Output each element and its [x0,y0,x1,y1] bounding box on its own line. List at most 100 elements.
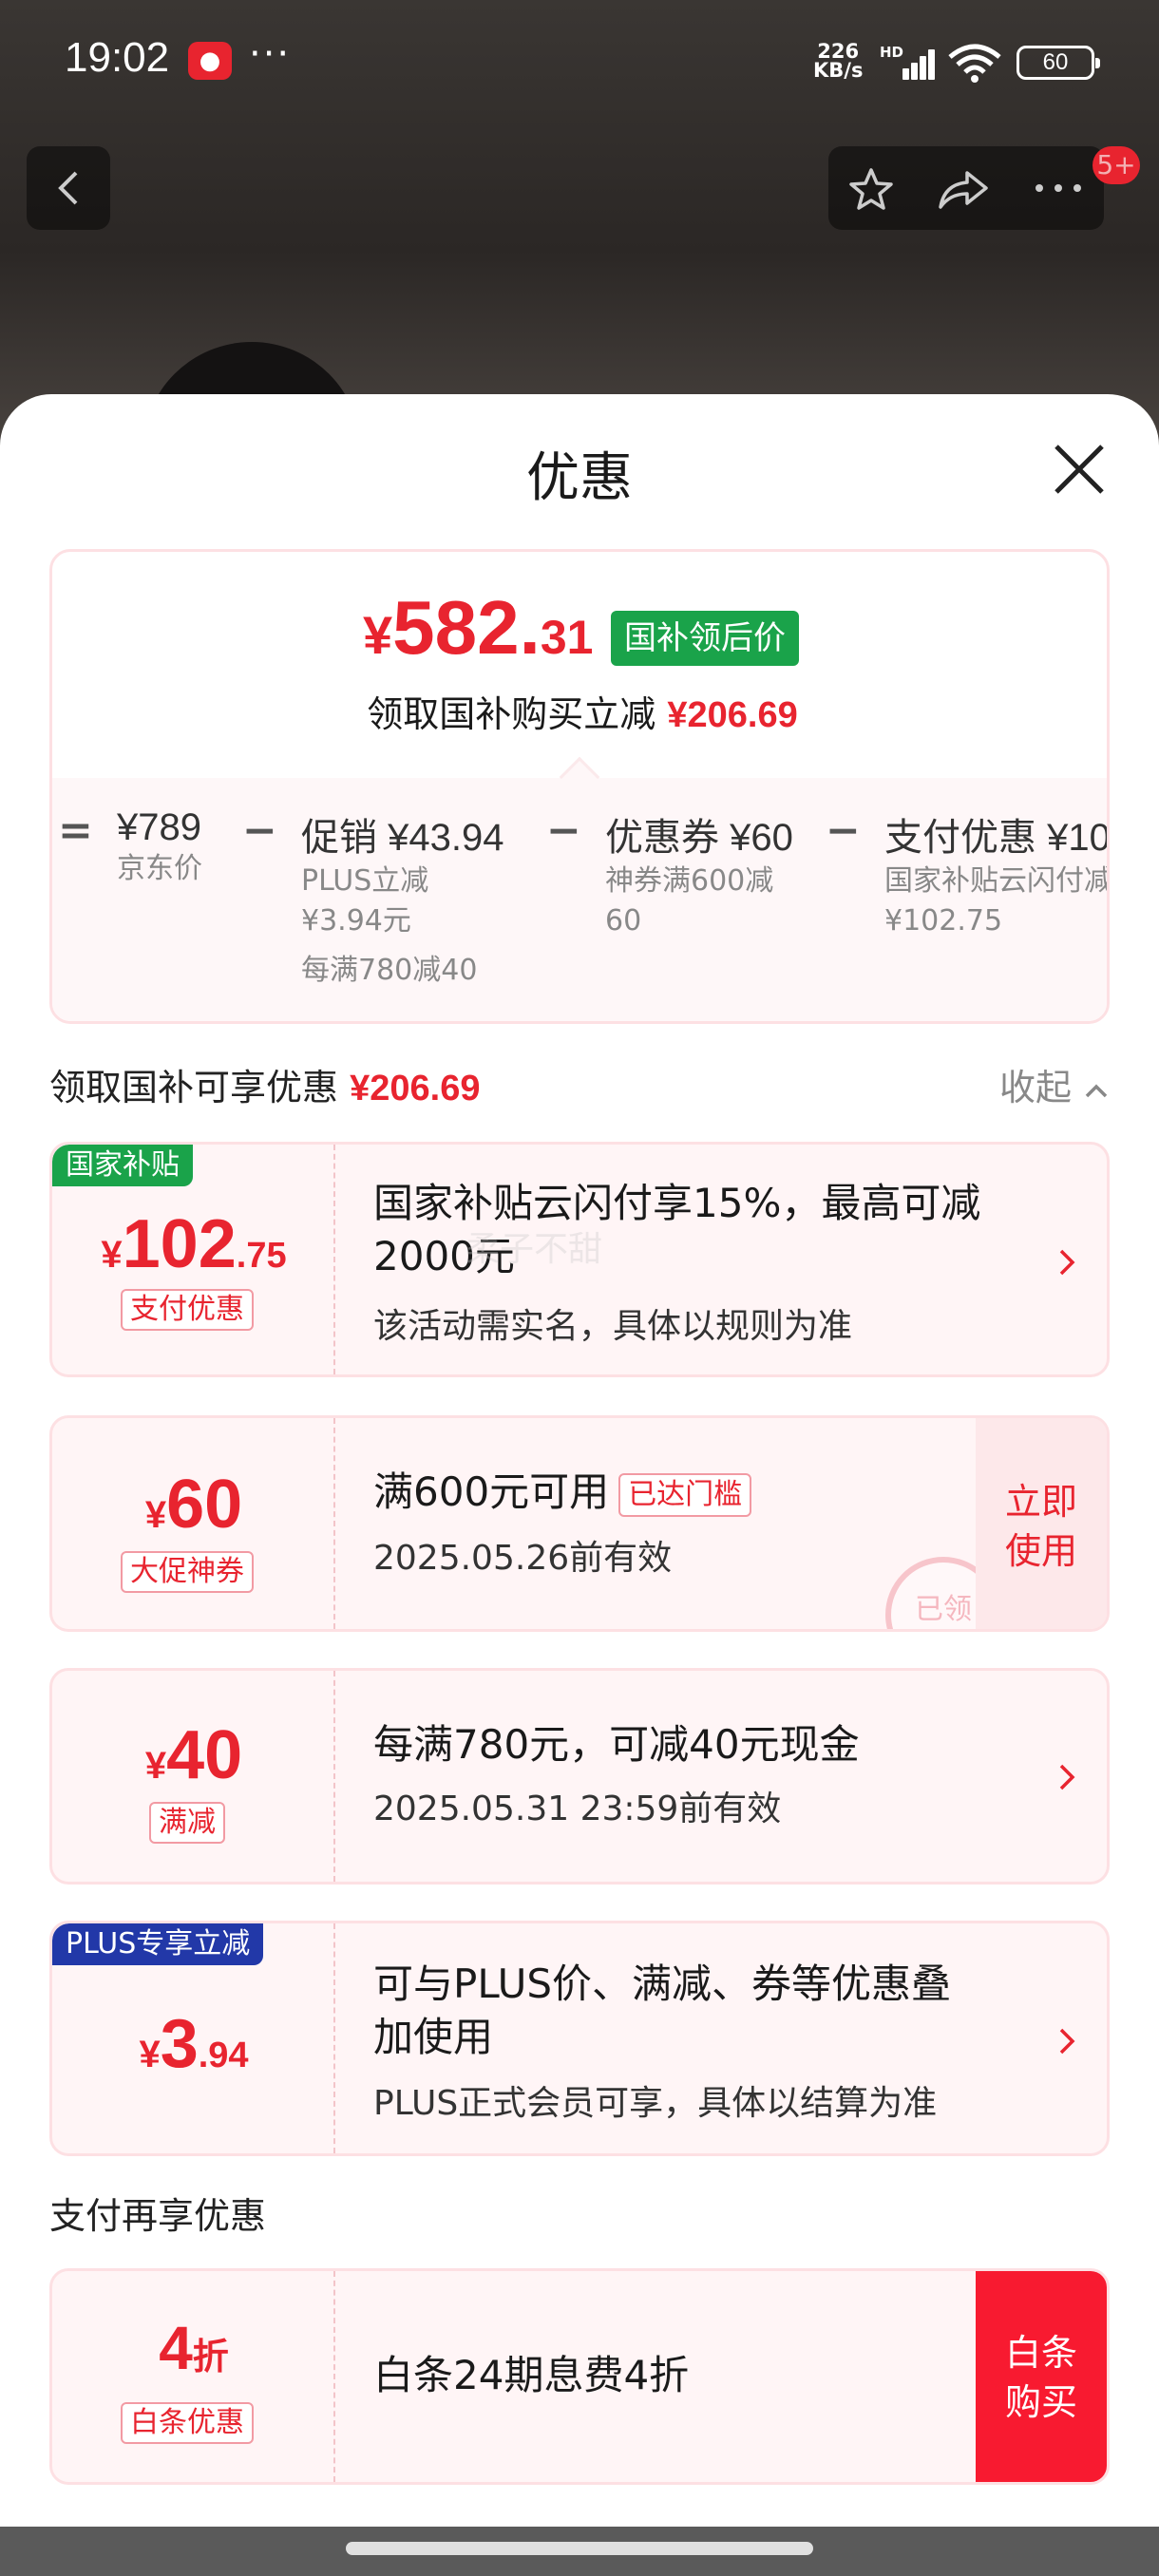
back-button[interactable] [27,146,110,230]
discount-main: 每满780元，可减40元现金 [373,1721,860,1768]
discount-int: 40 [166,1717,243,1793]
gov-currency: ¥ [101,1234,123,1276]
chevron-right-icon [1059,1764,1075,1790]
discount-validity: 2025.05.31 23:59前有效 [373,1790,782,1828]
plus-main-line2: 加使用 [373,2014,494,2060]
coupon-card: ¥60 大促神券 满600元可用 已达门槛 2025.05.26前有效 已领 立即… [49,1415,1110,1632]
baitiao-tag: 白条优惠 [121,2402,254,2444]
signal-icon [897,47,935,80]
status-time: 19:02 [65,34,170,81]
section-gov-amount: ¥206.69 [350,1069,481,1108]
price-summary-card: ¥582.31 国补领后价 领取国补购买立减 ¥206.69 = ¥789 京东… [49,549,1110,1024]
coupon-tag: 大促神券 [121,1551,254,1593]
spend-discount-card[interactable]: ¥40 满减 每满780元，可减40元现金 2025.05.31 23:59前有… [49,1668,1110,1885]
gov-main-text: 国家补贴云闪付享15%，最高可减 2000元 [373,1177,980,1283]
gov-main-line2: 2000元 [373,1233,515,1279]
price-subtitle-text: 领取国补购买立减 [367,693,656,735]
nav-actions [828,146,1104,230]
plus-dec: .94 [198,2036,249,2075]
share-icon[interactable] [937,165,990,213]
watermark: 柔子不甜 [466,1230,603,1269]
jd-price-value: ¥789 [117,806,201,848]
breakdown-jd-price: ¥789 京东价 [117,806,202,889]
baitiao-buy-button[interactable]: 白条购买 [976,2271,1107,2482]
promo-sub2: ¥3.94元 [301,904,411,938]
price-int: 582. [392,585,541,670]
gov-sub-text: 该活动需实名，具体以规则为准 [373,1307,853,1346]
gov-main-line1: 国家补贴云闪付享15%，最高可减 [373,1180,981,1226]
use-now-label: 立即使用 [1004,1481,1077,1572]
wifi-icon [948,44,1001,83]
baitiao-main: 白条24期息费4折 [373,2352,690,2398]
collapse-label: 收起 [999,1067,1073,1108]
minus-sign: − [242,806,277,855]
plus-main-text: 可与PLUS价、满减、券等优惠叠 加使用 [373,1958,951,2064]
price-currency: ¥ [363,605,393,665]
payment-sub2: ¥102.75 [884,904,1003,938]
star-icon[interactable] [847,165,895,213]
promo-sub1: PLUS立减 [301,864,429,898]
status-more: ··· [249,32,292,76]
final-price: ¥582.31 [363,584,593,672]
battery-icon: 60 [1016,46,1100,80]
price-subtitle: 领取国补购买立减 ¥206.69 [52,685,1107,737]
breakdown-promo: 促销 ¥43.94 PLUS立减 ¥3.94元 每满780减40 [301,806,504,991]
chevron-up-icon [1085,1084,1108,1097]
collapse-button[interactable]: 收起 [999,1058,1110,1110]
baitiao-buy-label: 白条购买 [1004,2332,1077,2423]
chevron-right-icon [1059,1249,1075,1276]
plus-amount: ¥3.94 [52,2005,335,2083]
discount-currency: ¥ [144,1745,167,1787]
home-indicator[interactable] [346,2542,813,2555]
pay-discount-tag: 支付优惠 [121,1289,254,1331]
breakdown-coupon: 优惠券 ¥60 神券满600减 60 [605,806,793,941]
coupon-main-text: 满600元可用 [373,1468,610,1515]
net-speed-unit: KB/s [813,59,864,82]
net-speed: 226 KB/s [813,40,864,82]
plus-main-line1: 可与PLUS价、满减、券等优惠叠 [373,1960,952,2007]
section-pay-title: 支付再享优惠 [49,2195,267,2237]
coupon-int: 60 [166,1467,243,1543]
more-icon[interactable] [1032,180,1085,196]
coupon-main: 满600元可用 已达门槛 [373,1466,752,1519]
gov-dec: .75 [236,1236,287,1276]
baitiao-rate: 4折 [52,2313,335,2383]
price-subtitle-amount: ¥206.69 [667,695,798,735]
chevron-left-icon [58,171,78,205]
plus-int: 3 [160,2006,199,2082]
status-bar: 19:02 ● ··· 226 KB/s HD 60 [0,0,1159,123]
minus-sign: − [826,806,861,855]
payment-value: 支付优惠 ¥10 [884,817,1110,859]
sheet-title: 优惠 [526,447,633,509]
coupon-sub2: 60 [605,904,642,938]
section-gov-label: 领取国补可享优惠 [49,1067,339,1108]
net-speed-value: 226 [817,40,860,63]
minus-sign: − [546,806,581,855]
message-badge: 5+ [1092,146,1140,184]
payment-sub1: 国家补贴云闪付减 [884,864,1110,898]
gov-int: 102 [122,1206,237,1282]
app-notification-icon: ● [188,42,232,80]
discount-tag: 满减 [149,1802,225,1844]
coupon-sub1: 神券满600减 [605,864,774,898]
gov-amount: ¥102.75 [52,1205,335,1283]
equals-sign: = [58,806,93,855]
plus-corner-tag: PLUS专享立减 [52,1923,264,1965]
price-dec: 31 [540,611,594,664]
close-icon[interactable] [1051,441,1108,498]
gov-subsidy-price-tag: 国补领后价 [611,611,799,666]
plus-discount-card[interactable]: PLUS专享立减 ¥3.94 可与PLUS价、满减、券等优惠叠 加使用 PLUS… [49,1921,1110,2156]
plus-sub-text: PLUS正式会员可享，具体以结算为准 [373,2084,938,2123]
coupon-value: 优惠券 ¥60 [605,817,793,859]
promo-value: 促销 ¥43.94 [301,817,504,859]
chevron-right-icon [1059,2028,1075,2055]
discount-amount: ¥40 [52,1716,335,1794]
plus-currency: ¥ [139,2034,161,2075]
section-gov-title: 领取国补可享优惠 ¥206.69 [49,1058,480,1110]
baitiao-rate-int: 4 [159,2314,193,2382]
threshold-reached-badge: 已达门槛 [618,1472,752,1517]
coupon-validity: 2025.05.26前有效 [373,1539,673,1578]
coupon-amount: ¥60 [52,1466,335,1544]
jd-price-label: 京东价 [117,852,202,885]
use-now-button[interactable]: 立即使用 [976,1418,1107,1629]
